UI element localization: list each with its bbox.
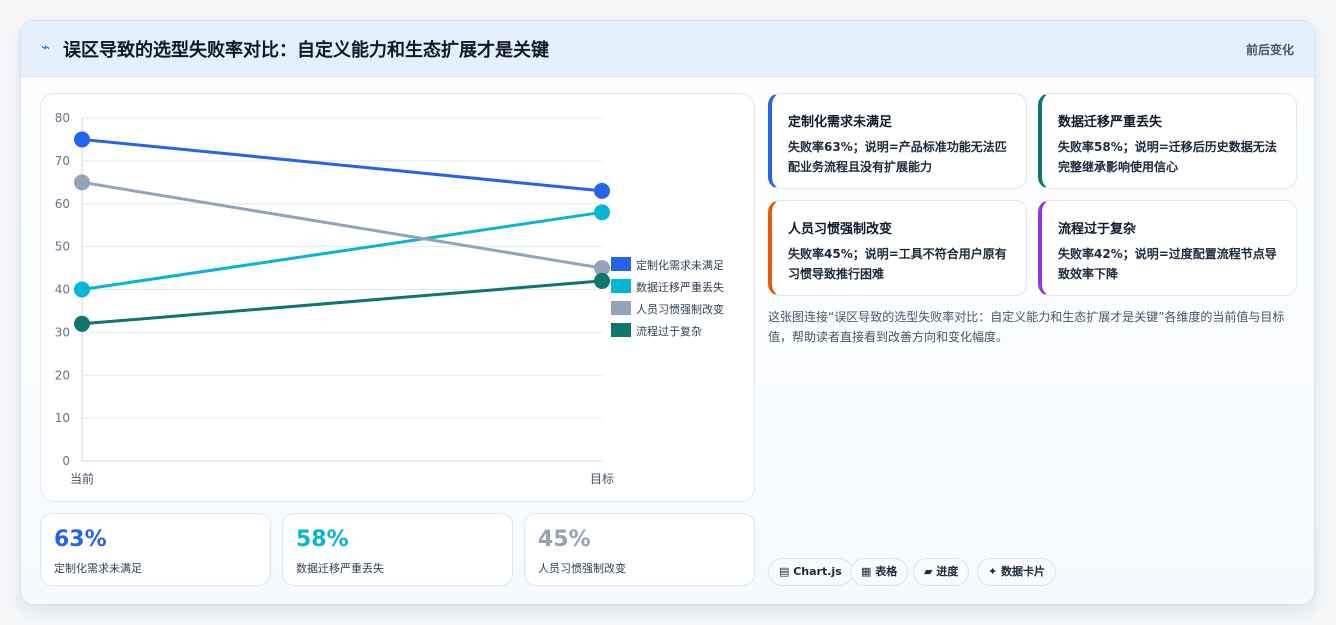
info-card-title: 数据迁移严重丢失 [1058, 115, 1163, 130]
legend-label: 流程过于复杂 [636, 324, 702, 338]
y-tick-label: 60 [55, 197, 70, 211]
info-card-title: 定制化需求未满足 [788, 115, 893, 130]
page-title: 误区导致的选型失败率对比：自定义能力和生态扩展才是关键 [63, 40, 549, 61]
main-card: ⌁ 误区导致的选型失败率对比：自定义能力和生态扩展才是关键 前后变化 0 10 20… [20, 20, 1315, 605]
info-card-desc: 失败率42%；说明=过度配置流程节点导致效率下降 [1058, 247, 1277, 281]
stat-card-2: 58% 数据迁移严重丢失 [282, 513, 513, 586]
data-point [74, 281, 90, 298]
chart-panel: 0 10 20 30 40 50 60 70 80 当前 目标 定制化需求未满足 数据迁移严重丢失 人员习… [40, 93, 755, 502]
tag-label: 表格 [875, 565, 898, 578]
header-right-label: 前后变化 [1245, 43, 1294, 57]
stat-card-1: 63% 定制化需求未满足 [40, 513, 271, 586]
stat-label: 人员习惯强制改变 [538, 562, 626, 575]
y-tick-label: 40 [55, 283, 70, 297]
chart-description: 这张图连接“误区导致的选型失败率对比：自定义能力和生态扩展才是关键”各维度的当前… [768, 310, 1285, 344]
stat-card-3: 45% 人员习惯强制改变 [524, 513, 755, 586]
data-point [594, 272, 610, 289]
info-card-desc: 失败率45%；说明=工具不符合用户原有习惯导致推行困难 [788, 247, 1007, 281]
sparkle-icon: ✦ [988, 565, 1002, 578]
tag-data-cards[interactable]: ✦ 数据卡片 [977, 558, 1057, 586]
data-point [74, 131, 90, 148]
x-tick-label: 目标 [590, 472, 614, 486]
tag-progress[interactable]: ▰ 进度 [913, 558, 970, 586]
legend-label: 定制化需求未满足 [636, 258, 724, 272]
info-card-title: 人员习惯强制改变 [788, 222, 893, 237]
data-point [74, 315, 90, 332]
tag-label: Chart.js [793, 565, 842, 578]
series-line [81, 137, 603, 193]
series-line [81, 279, 603, 326]
y-tick-label: 70 [55, 154, 70, 168]
tag-label: 数据卡片 [1001, 565, 1046, 578]
line-chart: 0 10 20 30 40 50 60 70 80 当前 目标 定制化需求未满足数据迁移严重丢失人员习… [55, 111, 724, 486]
legend-swatch [611, 257, 631, 271]
legend-swatch [611, 279, 631, 293]
stat-label: 数据迁移严重丢失 [296, 562, 384, 575]
stat-value: 58% [296, 527, 349, 552]
info-card-3: 人员习惯强制改变 失败率45%；说明=工具不符合用户原有习惯导致推行困难 [768, 200, 1027, 296]
info-card-1: 定制化需求未满足 失败率63%；说明=产品标准功能无法匹配业务流程且没有扩展能力 [768, 93, 1027, 189]
y-tick-label: 0 [62, 454, 70, 468]
data-point [594, 204, 610, 221]
progress-icon: ▰ [924, 565, 937, 578]
data-point [594, 182, 610, 199]
y-tick-label: 50 [55, 240, 70, 254]
y-tick-label: 10 [55, 411, 70, 425]
legend-label: 数据迁移严重丢失 [636, 280, 724, 294]
legend-swatch [611, 301, 631, 315]
data-point [74, 174, 90, 191]
stat-value: 45% [538, 527, 591, 552]
header: ⌁ 误区导致的选型失败率对比：自定义能力和生态扩展才是关键 前后变化 [21, 21, 1314, 77]
info-card-desc: 失败率63%；说明=产品标准功能无法匹配业务流程且没有扩展能力 [788, 140, 1007, 174]
info-card-desc: 失败率58%；说明=迁移后历史数据无法完整继承影响使用信心 [1058, 140, 1277, 174]
info-card-2: 数据迁移严重丢失 失败率58%；说明=迁移后历史数据无法完整继承影响使用信心 [1038, 93, 1297, 189]
x-tick-label: 当前 [70, 471, 94, 486]
info-card-title: 流程过于复杂 [1058, 222, 1137, 237]
legend-label: 人员习惯强制改变 [636, 302, 724, 316]
stat-label: 定制化需求未满足 [54, 562, 142, 575]
table-icon: ▦ [861, 565, 876, 578]
info-card-4: 流程过于复杂 失败率42%；说明=过度配置流程节点导致效率下降 [1038, 200, 1297, 296]
y-tick-label: 80 [55, 111, 70, 125]
y-tick-label: 30 [55, 325, 70, 339]
y-tick-label: 20 [55, 368, 70, 382]
chart-icon: ▤ [779, 565, 794, 578]
legend-swatch [611, 323, 631, 337]
stat-value: 63% [54, 527, 107, 552]
tag-label: 进度 [936, 565, 959, 578]
tag-table[interactable]: ▦ 表格 [850, 558, 909, 586]
tag-chartjs[interactable]: ▤ Chart.js [768, 558, 853, 586]
bolt-icon: ⌁ [41, 38, 51, 56]
